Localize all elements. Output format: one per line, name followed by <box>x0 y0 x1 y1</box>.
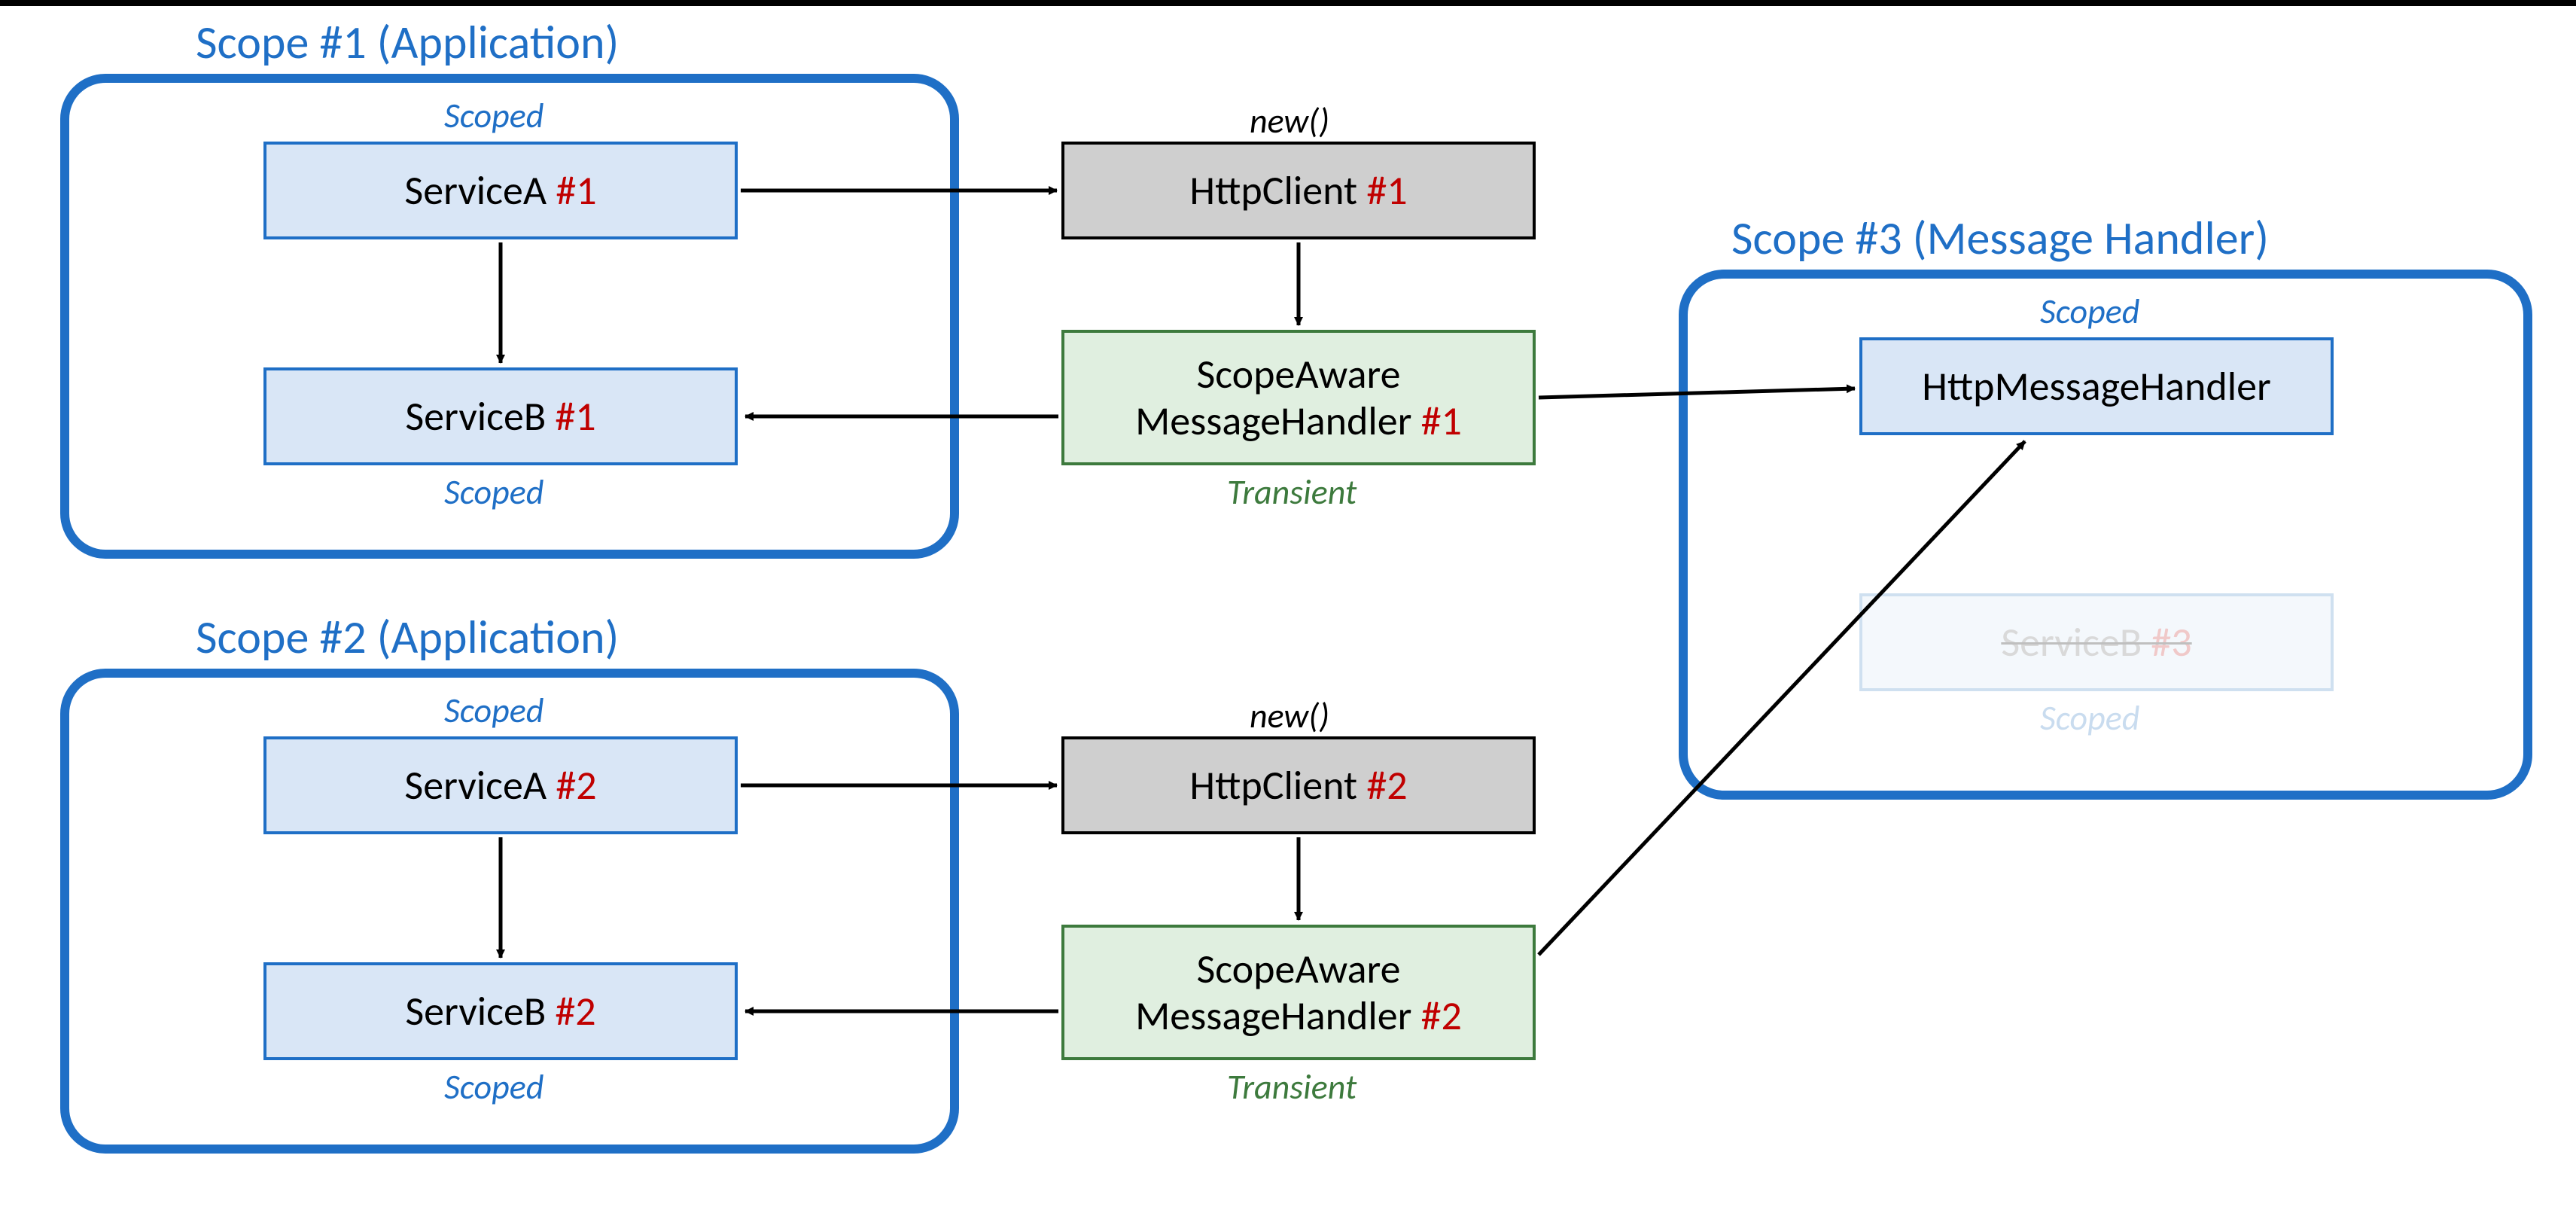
serviceB2-label: ServiceB #2 <box>405 988 595 1035</box>
serviceB1-label: ServiceB #1 <box>405 393 595 440</box>
serviceA2-label: ServiceA #2 <box>404 762 596 809</box>
serviceA2-box: ServiceA #2 <box>263 736 738 834</box>
scopeAware2-box: ScopeAware MessageHandler #2 <box>1061 925 1536 1060</box>
httpClient2-label: HttpClient #2 <box>1189 762 1407 809</box>
scopeAware2-lifetime: Transient <box>1227 1066 1357 1108</box>
httpClient1-anno: new() <box>1250 100 1329 142</box>
serviceB2-lifetime: Scoped <box>444 1066 544 1108</box>
scope3-title: Scope #3 (Message Handler) <box>1731 209 2269 267</box>
serviceB1-box: ServiceB #1 <box>263 367 738 465</box>
httpMsgHandler-box: HttpMessageHandler <box>1859 337 2334 435</box>
serviceA1-label: ServiceA #1 <box>404 167 596 214</box>
scopeAware1-box: ScopeAware MessageHandler #1 <box>1061 330 1536 465</box>
serviceB3-label: ServiceB #3 <box>2001 619 2191 666</box>
serviceA2-lifetime: Scoped <box>444 690 544 732</box>
httpMsgHandler-lifetime: Scoped <box>2040 291 2139 333</box>
serviceB3-box: ServiceB #3 <box>1859 593 2334 691</box>
httpClient2-box: HttpClient #2 <box>1061 736 1536 834</box>
serviceB1-lifetime: Scoped <box>444 471 544 514</box>
httpMsgHandler-label: HttpMessageHandler <box>1922 363 2271 410</box>
serviceB2-box: ServiceB #2 <box>263 962 738 1060</box>
httpClient1-label: HttpClient #1 <box>1189 167 1407 214</box>
httpClient2-anno: new() <box>1250 695 1329 737</box>
scopeAware1-label: ScopeAware MessageHandler #1 <box>1135 351 1462 444</box>
scopeAware2-label: ScopeAware MessageHandler #2 <box>1135 946 1462 1039</box>
scope1-title: Scope #1 (Application) <box>196 14 619 71</box>
serviceA1-lifetime: Scoped <box>444 95 544 137</box>
scopeAware1-lifetime: Transient <box>1227 471 1357 514</box>
diagram-canvas: Scope #1 (Application) Scoped ServiceA #… <box>0 0 2576 1207</box>
httpClient1-box: HttpClient #1 <box>1061 142 1536 239</box>
serviceB3-lifetime: Scoped <box>2040 697 2139 739</box>
scope2-title: Scope #2 (Application) <box>196 608 619 666</box>
serviceA1-box: ServiceA #1 <box>263 142 738 239</box>
